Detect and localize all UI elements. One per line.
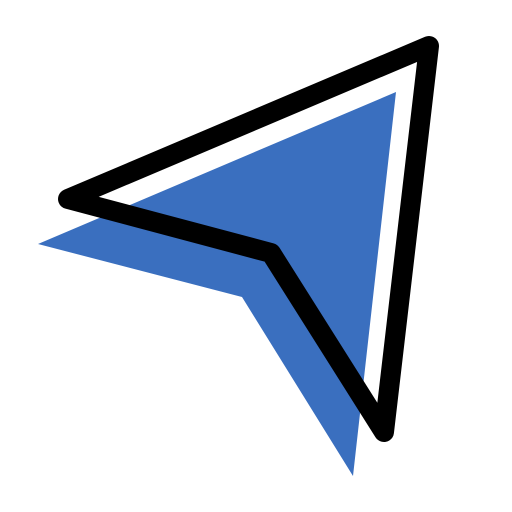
arrow-blue-shadow — [38, 92, 396, 476]
icon-canvas — [0, 0, 512, 512]
navigation-arrow-icon — [38, 36, 439, 476]
